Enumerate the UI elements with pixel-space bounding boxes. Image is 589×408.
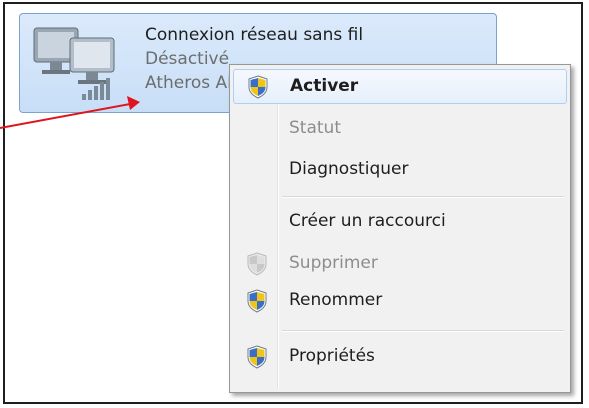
connection-name: Connexion réseau sans fil	[145, 25, 364, 45]
menu-item-label: Créer un raccourci	[289, 211, 446, 231]
uac-shield-icon	[247, 345, 267, 369]
menu-item-label: Activer	[290, 76, 359, 96]
menu-item-statut[interactable]: Statut	[233, 111, 567, 146]
menu-item-creer-raccourci[interactable]: Créer un raccourci	[233, 204, 567, 239]
menu-separator	[282, 330, 564, 332]
menu-separator	[282, 196, 564, 198]
uac-shield-disabled-icon	[247, 252, 267, 276]
wireless-adapter-icon	[33, 27, 115, 100]
uac-shield-icon	[247, 289, 267, 313]
menu-item-proprietes[interactable]: Propriétés	[233, 339, 567, 374]
menu-item-label: Statut	[289, 118, 341, 138]
menu-item-label: Renommer	[289, 290, 383, 310]
context-menu: Activer Statut Diagnostiquer Créer un ra…	[229, 64, 571, 393]
menu-item-diagnostiquer[interactable]: Diagnostiquer	[233, 152, 567, 187]
menu-item-renommer[interactable]: Renommer	[233, 283, 567, 318]
menu-item-activer[interactable]: Activer	[233, 69, 567, 104]
menu-item-label: Diagnostiquer	[289, 159, 409, 179]
menu-item-label: Propriétés	[289, 346, 375, 366]
menu-item-supprimer[interactable]: Supprimer	[233, 246, 567, 281]
uac-shield-icon	[248, 75, 268, 99]
menu-item-label: Supprimer	[289, 253, 378, 273]
